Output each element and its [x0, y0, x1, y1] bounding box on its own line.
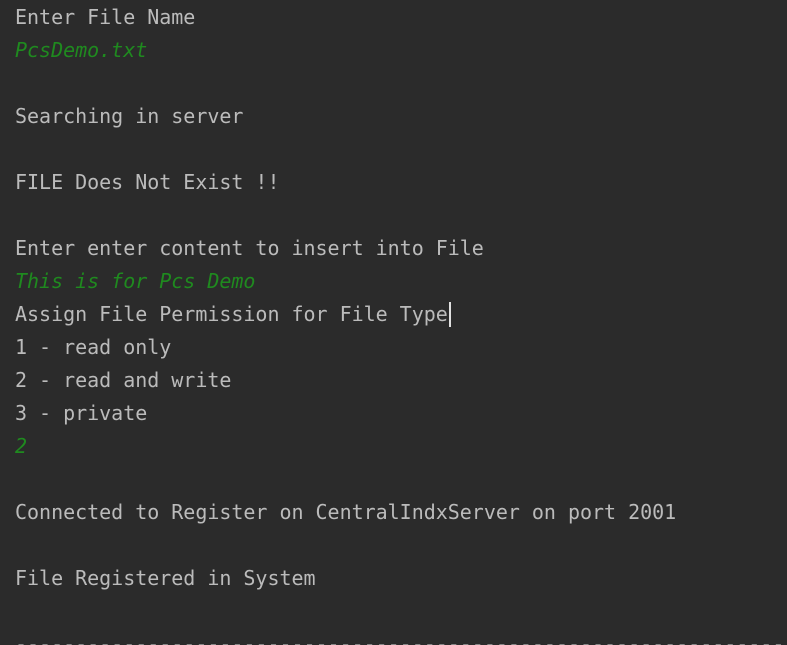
console-line-user-input-content: This is for Pcs Demo	[15, 269, 256, 293]
console-line-option-read-write: 2 - read and write	[15, 368, 232, 392]
console-line-prompt-permission: Assign File Permission for File Type	[15, 300, 787, 333]
console-line-file-not-exist: FILE Does Not Exist !!	[15, 170, 280, 194]
console-line-searching: Searching in server	[15, 104, 244, 128]
console-line-connected: Connected to Register on CentralIndxServ…	[15, 500, 677, 524]
permission-prompt-text: Assign File Permission for File Type	[15, 302, 448, 326]
console-line-prompt-content: Enter enter content to insert into File	[15, 236, 484, 260]
run-console-output[interactable]: Enter File Name PcsDemo.txt Searching in…	[0, 0, 787, 645]
console-line-option-private: 3 - private	[15, 401, 148, 425]
console-line-option-read-only: 1 - read only	[15, 335, 172, 359]
console-line-user-input-permission: 2	[15, 434, 28, 458]
console-line-prompt-filename: Enter File Name	[15, 5, 196, 29]
console-line-user-input-filename: PcsDemo.txt	[15, 38, 148, 62]
console-line-separator: ----------------------------------------…	[15, 632, 787, 645]
console-line-file-registered: File Registered in System	[15, 566, 316, 590]
text-caret	[448, 302, 451, 327]
